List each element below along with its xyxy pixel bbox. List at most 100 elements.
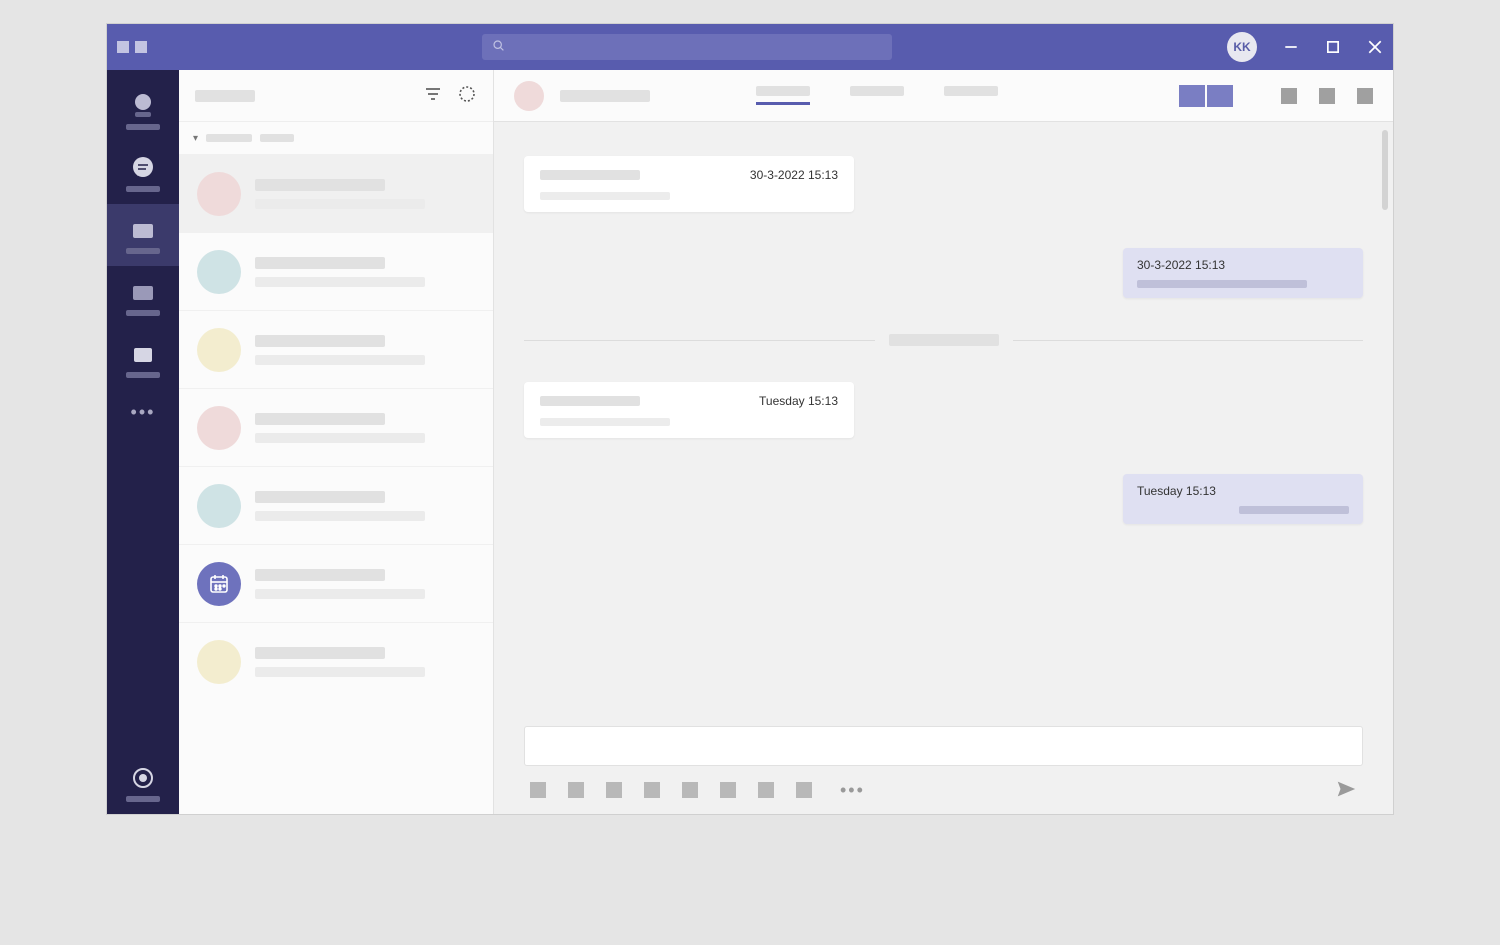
chat-header — [494, 70, 1393, 122]
message-incoming: 30-3-2022 15:13 — [524, 156, 854, 212]
filter-icon[interactable] — [423, 84, 443, 107]
sidebar-section[interactable]: ▾ — [179, 122, 493, 154]
divider-label — [889, 334, 999, 346]
tab-more[interactable] — [944, 86, 998, 105]
sidebar-header — [179, 70, 493, 122]
chat-list-item[interactable] — [179, 388, 493, 466]
attach-icon[interactable] — [568, 782, 584, 798]
message-input[interactable] — [524, 726, 1363, 766]
message-text — [540, 418, 670, 426]
titlebar: KK — [107, 24, 1393, 70]
compose-area: ••• — [494, 726, 1393, 814]
message-timestamp: Tuesday 15:13 — [1137, 484, 1349, 498]
rail-assignments[interactable] — [107, 266, 179, 328]
stream-icon[interactable] — [758, 782, 774, 798]
titlebar-left-controls — [113, 41, 147, 53]
contact-preview — [255, 433, 425, 443]
rail-chat[interactable] — [107, 142, 179, 204]
message-outgoing: Tuesday 15:13 — [1123, 474, 1363, 524]
contact-avatar — [197, 328, 241, 372]
contact-name — [255, 413, 385, 425]
sender-name — [540, 170, 640, 180]
share-icon[interactable] — [1281, 88, 1297, 104]
gif-icon[interactable] — [644, 782, 660, 798]
message-text — [540, 192, 670, 200]
chat-icon — [129, 154, 157, 182]
app-rail: ••• — [107, 70, 179, 814]
tab-chat[interactable] — [756, 86, 810, 105]
search-icon — [492, 39, 505, 55]
contact-preview — [255, 355, 425, 365]
compose-more[interactable]: ••• — [840, 780, 865, 801]
emoji-icon[interactable] — [606, 782, 622, 798]
chat-list-item[interactable] — [179, 622, 493, 700]
rail-files[interactable] — [107, 328, 179, 390]
new-chat-icon[interactable] — [457, 84, 477, 107]
chat-list-item[interactable] — [179, 466, 493, 544]
sticker-icon[interactable] — [682, 782, 698, 798]
chat-list-item[interactable] — [179, 544, 493, 622]
video-call-button[interactable] — [1179, 85, 1205, 107]
tab-files[interactable] — [850, 86, 904, 105]
format-icon[interactable] — [530, 782, 546, 798]
sidebar-title — [195, 90, 255, 102]
rail-label — [126, 186, 160, 192]
contact-preview — [255, 667, 425, 677]
chat-tabs — [756, 86, 998, 105]
contact-avatar — [197, 484, 241, 528]
titlebar-dot — [135, 41, 147, 53]
assignments-icon — [129, 278, 157, 306]
add-people-icon[interactable] — [1319, 88, 1335, 104]
help-icon — [129, 764, 157, 792]
chat-avatar — [514, 81, 544, 111]
popout-icon[interactable] — [1357, 88, 1373, 104]
sender-name — [540, 396, 640, 406]
chat-sidebar: ▾ — [179, 70, 494, 814]
message-outgoing: 30-3-2022 15:13 — [1123, 248, 1363, 298]
chat-list-item[interactable] — [179, 154, 493, 232]
close-button[interactable] — [1367, 39, 1383, 55]
contact-name — [255, 491, 385, 503]
message-timestamp: 30-3-2022 15:13 — [1137, 258, 1349, 272]
contact-avatar — [197, 250, 241, 294]
section-label — [260, 134, 294, 142]
chat-messages: 30-3-2022 15:13 30-3-2022 15:13 Tuesday 15… — [494, 122, 1393, 726]
rail-teams[interactable] — [107, 204, 179, 266]
rail-activity[interactable] — [107, 80, 179, 142]
meet-icon[interactable] — [720, 782, 736, 798]
contact-avatar — [197, 406, 241, 450]
rail-label — [126, 796, 160, 802]
message-timestamp: 30-3-2022 15:13 — [750, 168, 838, 182]
rail-more[interactable]: ••• — [131, 402, 156, 423]
contact-name — [255, 179, 385, 191]
contact-name — [255, 335, 385, 347]
rail-label — [126, 310, 160, 316]
audio-call-button[interactable] — [1207, 85, 1233, 107]
message-text — [1239, 506, 1349, 514]
search-wrap — [147, 34, 1227, 60]
rail-help[interactable] — [107, 752, 179, 814]
message-incoming: Tuesday 15:13 — [524, 382, 854, 438]
files-icon — [129, 340, 157, 368]
rail-label — [126, 372, 160, 378]
minimize-button[interactable] — [1283, 39, 1299, 55]
titlebar-right: KK — [1227, 32, 1383, 62]
message-timestamp: Tuesday 15:13 — [759, 394, 838, 408]
section-label — [206, 134, 252, 142]
chat-list — [179, 154, 493, 814]
call-buttons[interactable] — [1179, 85, 1233, 107]
teams-icon — [129, 216, 157, 244]
send-button[interactable] — [1335, 778, 1357, 803]
app-window: KK — [107, 24, 1393, 814]
user-avatar[interactable]: KK — [1227, 32, 1257, 62]
contact-name — [255, 569, 385, 581]
chat-list-item[interactable] — [179, 310, 493, 388]
chat-list-item[interactable] — [179, 232, 493, 310]
contact-avatar — [197, 640, 241, 684]
contact-preview — [255, 589, 425, 599]
search-input[interactable] — [482, 34, 892, 60]
contact-avatar — [197, 172, 241, 216]
approval-icon[interactable] — [796, 782, 812, 798]
maximize-button[interactable] — [1325, 39, 1341, 55]
compose-toolbar: ••• — [524, 766, 1363, 808]
